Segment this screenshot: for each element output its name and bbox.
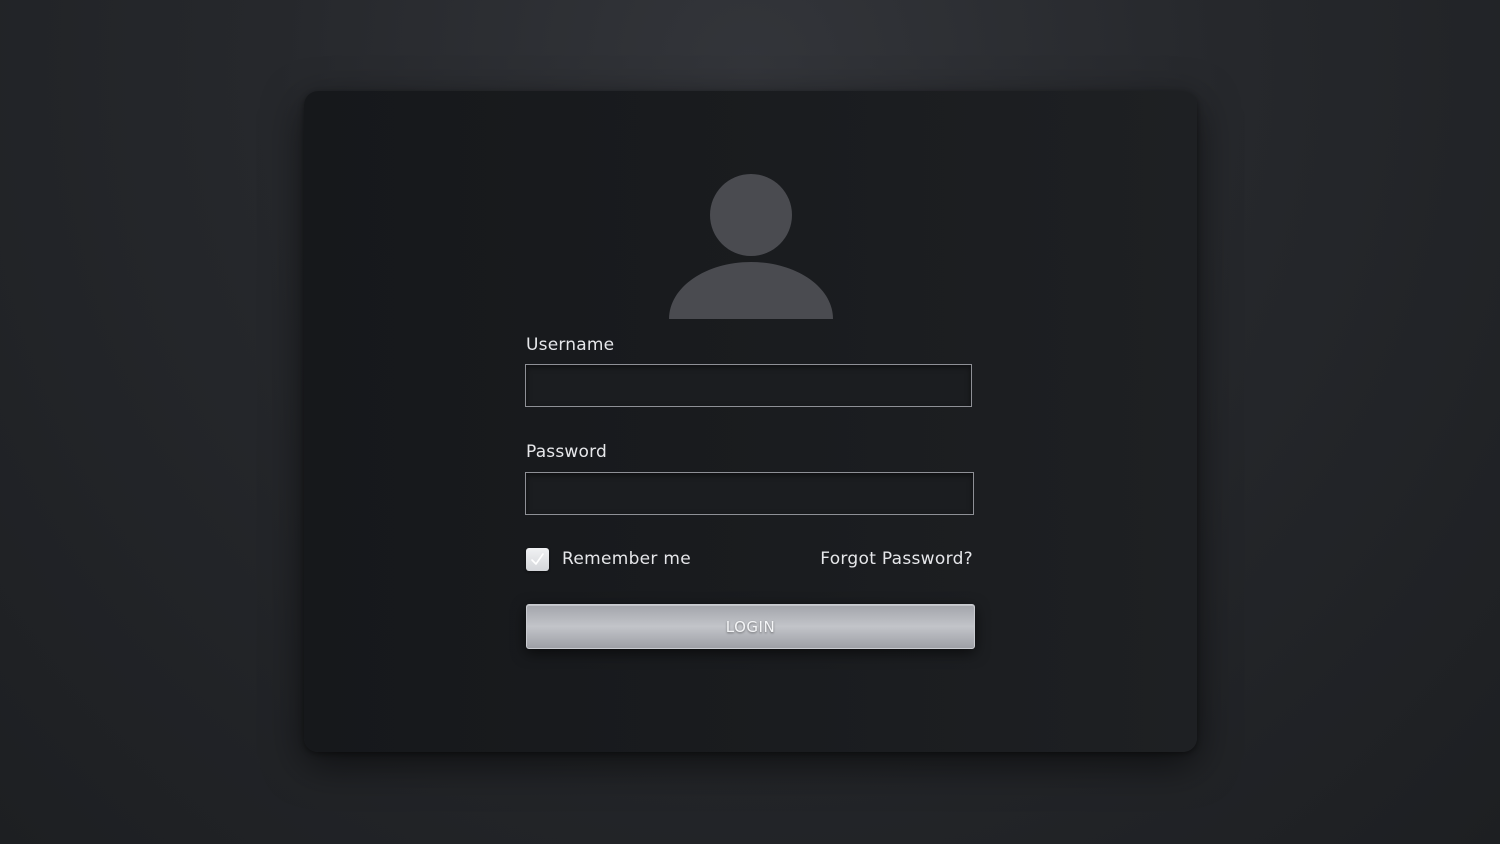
- remember-me-label[interactable]: Remember me: [562, 549, 691, 569]
- checkmark-icon: [531, 553, 544, 565]
- forgot-password-link[interactable]: Forgot Password?: [820, 549, 973, 569]
- username-input[interactable]: [525, 364, 972, 407]
- login-button[interactable]: LOGIN: [526, 604, 975, 649]
- user-avatar-icon: [668, 170, 834, 320]
- password-label: Password: [526, 442, 608, 462]
- password-input[interactable]: [525, 472, 974, 515]
- remember-me-checkbox[interactable]: [526, 548, 549, 571]
- username-label: Username: [526, 335, 615, 355]
